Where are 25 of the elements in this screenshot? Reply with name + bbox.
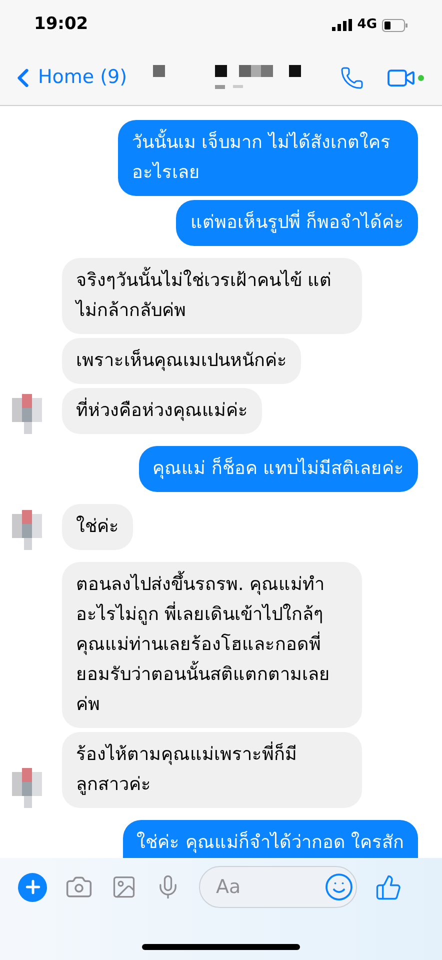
avatar — [12, 394, 42, 434]
avatar — [12, 510, 42, 550]
message-field[interactable]: Aa — [199, 866, 357, 908]
like-button[interactable] — [375, 874, 402, 900]
message-bubble: วันนั้นเม เจ็บมาก ไม่ได้สังเกตใคร อะไรเลย — [118, 120, 418, 196]
call-button[interactable] — [340, 66, 364, 90]
message-bubble: ที่ห่วงคือห่วงคุณแม่ค่ะ — [62, 388, 262, 434]
message-bubble: แต่พอเห็นรูปพี่ ก็พอจำได้ค่ะ — [176, 200, 418, 246]
message-bubble: ร้องไห้ตามคุณแม่เพราะพี่ก็มี ลูกสาวค่ะ — [62, 732, 362, 808]
signal-icon — [332, 19, 352, 31]
network-label: 4G — [357, 16, 377, 34]
message-bubble: จริงๆวันนั้นไม่ใช่เวรเฝ้าคนไข้ แต่ ไม่กล้ากลับค่พ — [62, 258, 362, 334]
status-time: 19:02 — [34, 13, 88, 36]
add-button[interactable] — [18, 872, 47, 902]
message-bubble: ตอนลงไปส่งขึ้นรถรพ. คุณแม่ทำ อะไรไม่ถูก พี่เลยเดินเข้าไปใกล้ๆ คุณแม่ท่านเลยร้องโฮและกอดพี่ ยอมรับว่าตอนนั้นสติแตกตามเลย ค่พ — [62, 562, 362, 728]
message-bubble: ใช่ค่ะ คุณแม่ก็จำได้ว่ากอด ใครสัก — [122, 820, 418, 858]
message-bubble: ใช่ค่ะ — [62, 504, 133, 550]
message-input[interactable]: Aa — [216, 872, 316, 902]
avatar — [12, 768, 42, 808]
message-bubble: คุณแม่ ก็ช็อค แทบไม่มีสติเลยค่ะ — [138, 446, 418, 492]
message-bubble: เพราะเห็นคุณเมเปนหนักค่ะ — [62, 338, 301, 384]
battery-icon — [382, 18, 408, 32]
back-button[interactable]: Home (9) — [8, 62, 128, 92]
emoji-icon[interactable] — [324, 872, 354, 902]
gallery-button[interactable] — [111, 874, 137, 900]
